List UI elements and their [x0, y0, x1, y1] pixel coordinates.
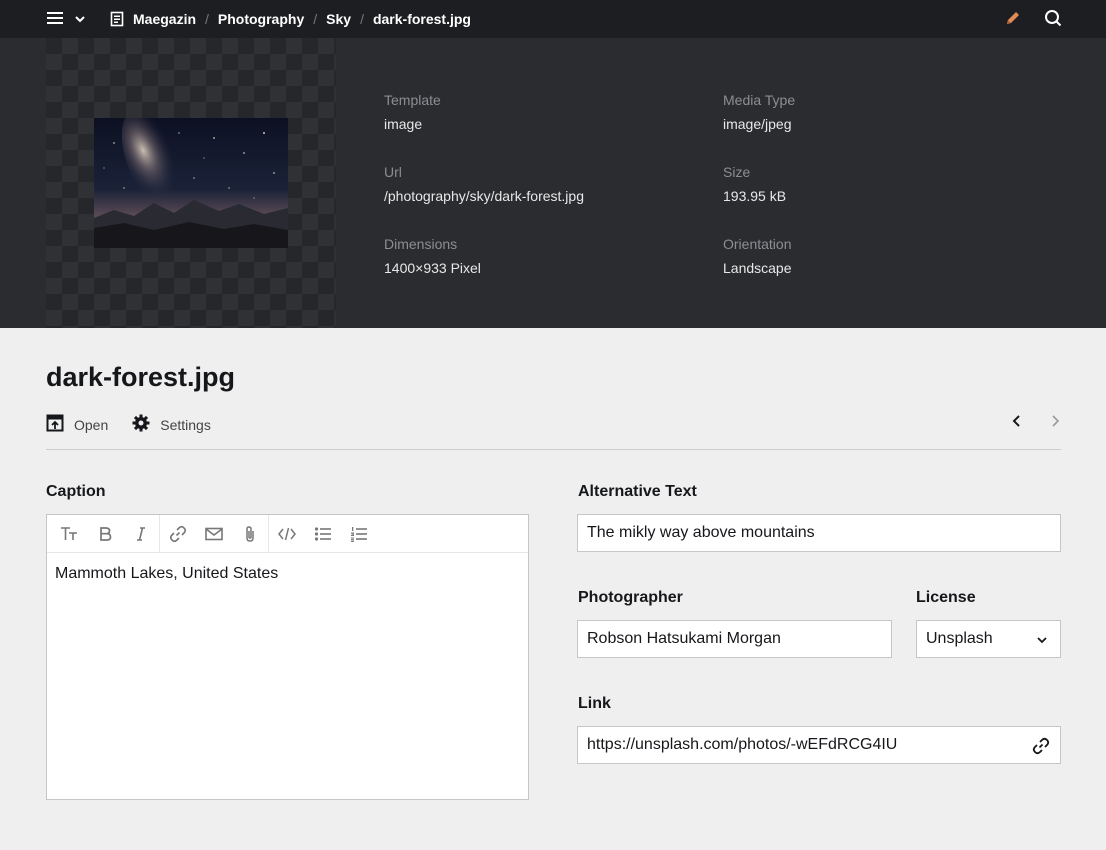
meta-media-type-label: Media Type	[723, 92, 796, 108]
code-icon[interactable]	[269, 515, 305, 553]
email-icon[interactable]	[196, 515, 232, 553]
open-label: Open	[74, 416, 109, 433]
meta-orientation: Orientation Landscape	[723, 236, 1023, 276]
attachment-icon[interactable]	[232, 515, 268, 553]
search-icon[interactable]	[1044, 9, 1062, 30]
link-value: https://unsplash.com/photos/-wEFdRCG4IU	[587, 736, 898, 753]
link-icon[interactable]	[1032, 737, 1050, 760]
meta-dimensions-label: Dimensions	[384, 236, 458, 252]
link-input[interactable]: https://unsplash.com/photos/-wEFdRCG4IU	[577, 726, 1061, 764]
link-icon[interactable]	[160, 515, 196, 553]
chevron-left-icon[interactable]	[1010, 414, 1024, 433]
breadcrumb-item-site[interactable]: Maegazin	[133, 11, 196, 27]
image-preview[interactable]	[46, 38, 336, 328]
settings-button[interactable]: Settings	[132, 414, 211, 435]
italic-icon[interactable]	[123, 515, 159, 553]
license-label: License	[916, 589, 976, 606]
alt-text-label: Alternative Text	[578, 483, 697, 500]
editor-toolbar	[47, 514, 528, 553]
meta-size-value: 193.95 kB	[723, 188, 787, 204]
settings-label: Settings	[160, 416, 211, 433]
breadcrumb-item-file[interactable]: dark-forest.jpg	[373, 11, 471, 27]
page-title: dark-forest.jpg	[46, 362, 236, 392]
license-value: Unsplash	[926, 630, 993, 647]
meta-template: Template image	[384, 92, 684, 132]
caption-text[interactable]: Mammoth Lakes, United States	[47, 553, 528, 595]
meta-media-type: Media Type image/jpeg	[723, 92, 1023, 132]
meta-size: Size 193.95 kB	[723, 164, 1023, 204]
bold-icon[interactable]	[87, 515, 123, 553]
chevron-down-icon	[1036, 633, 1048, 651]
image-thumbnail	[94, 118, 288, 248]
file-info-panel: Template image Media Type image/jpeg Url…	[0, 38, 1106, 328]
breadcrumb: Maegazin / Photography / Sky / dark-fore…	[110, 0, 471, 38]
open-button[interactable]: Open	[46, 414, 108, 435]
title-icon[interactable]	[51, 515, 87, 553]
breadcrumb-separator: /	[360, 11, 364, 27]
topbar: Maegazin / Photography / Sky / dark-fore…	[0, 0, 1106, 38]
meta-url-value[interactable]: /photography/sky/dark-forest.jpg	[384, 188, 684, 204]
gear-icon	[132, 414, 150, 435]
breadcrumb-item-sky[interactable]: Sky	[326, 11, 351, 27]
meta-template-label: Template	[384, 92, 441, 108]
ordered-list-icon[interactable]	[341, 515, 377, 553]
breadcrumb-separator: /	[313, 11, 318, 27]
alt-text-input[interactable]: The mikly way above mountains	[577, 514, 1061, 552]
chevron-down-icon	[74, 12, 86, 28]
breadcrumb-separator: /	[205, 11, 209, 27]
divider	[46, 449, 1061, 450]
link-label: Link	[578, 695, 611, 712]
meta-template-value: image	[384, 116, 423, 132]
caption-editor[interactable]: Mammoth Lakes, United States	[46, 514, 529, 800]
chevron-right-icon[interactable]	[1048, 414, 1062, 433]
license-select[interactable]: Unsplash	[916, 620, 1061, 658]
bullet-list-icon[interactable]	[305, 515, 341, 553]
meta-url: Url /photography/sky/dark-forest.jpg	[384, 164, 684, 204]
meta-orientation-value: Landscape	[723, 260, 792, 276]
photographer-input[interactable]: Robson Hatsukami Morgan	[577, 620, 892, 658]
meta-size-label: Size	[723, 164, 751, 180]
menu-icon	[46, 10, 64, 29]
file-actions: Open Settings	[46, 414, 235, 435]
pencil-icon[interactable]	[1004, 9, 1022, 30]
photographer-label: Photographer	[578, 589, 683, 606]
menu-button[interactable]	[46, 10, 86, 29]
meta-url-label: Url	[384, 164, 402, 180]
meta-dimensions: Dimensions 1400×933 Pixel	[384, 236, 684, 276]
file-pager	[1010, 414, 1062, 433]
breadcrumb-item-photography[interactable]: Photography	[218, 11, 304, 27]
open-icon	[46, 414, 64, 435]
page-icon	[110, 11, 124, 27]
meta-orientation-label: Orientation	[723, 236, 792, 252]
caption-label: Caption	[46, 483, 106, 500]
meta-media-type-value: image/jpeg	[723, 116, 792, 132]
meta-dimensions-value: 1400×933 Pixel	[384, 260, 481, 276]
